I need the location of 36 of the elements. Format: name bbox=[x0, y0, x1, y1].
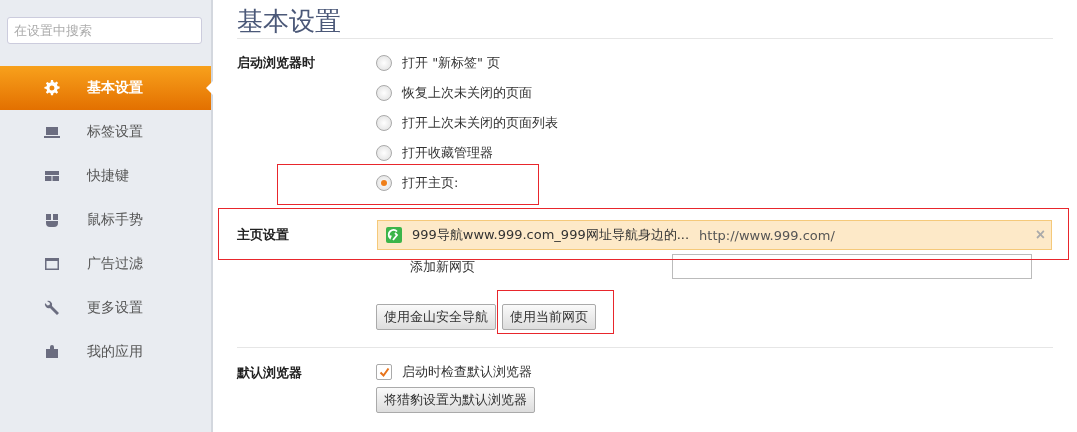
sidebar-item[interactable]: 鼠标手势 bbox=[0, 198, 211, 242]
checkbox-label: 启动时检查默认浏览器 bbox=[402, 363, 532, 381]
sidebar-item[interactable]: 快捷键 bbox=[0, 154, 211, 198]
page-title: 基本设置 bbox=[237, 5, 342, 38]
input-field[interactable] bbox=[672, 254, 1032, 279]
section-label: 主页设置 bbox=[237, 226, 290, 244]
wrench-icon bbox=[43, 299, 61, 317]
section-label: 启动浏览器时 bbox=[237, 54, 316, 72]
mouse-icon bbox=[43, 211, 61, 229]
window-icon bbox=[43, 255, 61, 273]
homepage-button[interactable]: 使用金山安全导航 bbox=[376, 304, 496, 330]
sidebar-item[interactable]: 广告过滤 bbox=[0, 242, 211, 286]
radio-button[interactable] bbox=[376, 115, 392, 131]
option-label: 打开 "新标签" 页 bbox=[402, 54, 501, 72]
sidebar-item[interactable]: 我的应用 bbox=[0, 330, 211, 374]
homepage-button[interactable]: 使用当前网页 bbox=[502, 304, 596, 330]
section-label: 默认浏览器 bbox=[237, 364, 303, 382]
radio-button[interactable] bbox=[376, 175, 392, 191]
option-label: 打开收藏管理器 bbox=[402, 144, 493, 162]
field-label: 添加新网页 bbox=[410, 257, 475, 276]
radio-button[interactable] bbox=[376, 55, 392, 71]
radio-button[interactable] bbox=[376, 85, 392, 101]
pointer-icon bbox=[206, 81, 213, 95]
option-label: 打开主页: bbox=[402, 174, 459, 192]
checkbox[interactable] bbox=[376, 364, 392, 380]
gear-icon bbox=[43, 79, 61, 97]
search-field[interactable]: 在设置中搜索 bbox=[7, 17, 202, 44]
sidebar-item[interactable]: 更多设置 bbox=[0, 286, 211, 330]
option-label: 打开上次未关闭的页面列表 bbox=[402, 114, 558, 132]
site-icon bbox=[386, 227, 402, 243]
radio-button[interactable] bbox=[376, 145, 392, 161]
site-url: http://www.999.com/ bbox=[699, 227, 835, 243]
site-title: 999导航www.999.com_999网址导航身边的... bbox=[412, 226, 690, 244]
option-label: 恢复上次未关闭的页面 bbox=[402, 84, 532, 102]
default-browser-button[interactable]: 将猎豹设置为默认浏览器 bbox=[376, 387, 535, 413]
sidebar-item[interactable]: 标签设置 bbox=[0, 110, 211, 154]
